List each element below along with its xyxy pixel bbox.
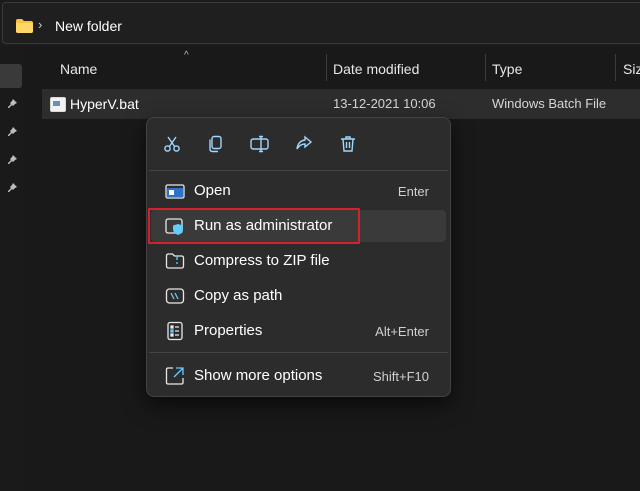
menu-item-compress-zip[interactable]: Compress to ZIP file xyxy=(151,245,446,277)
share-icon[interactable] xyxy=(294,134,314,154)
address-field[interactable]: › New folder xyxy=(2,2,640,44)
copy-icon[interactable] xyxy=(206,134,226,154)
pin-icon[interactable] xyxy=(8,127,18,137)
menu-item-shortcut: Alt+Enter xyxy=(375,324,429,339)
delete-icon[interactable] xyxy=(338,134,358,154)
cut-icon[interactable] xyxy=(162,134,182,154)
menu-item-label: Compress to ZIP file xyxy=(194,252,330,269)
file-name: HyperV.bat xyxy=(70,96,139,112)
menu-item-shortcut: Shift+F10 xyxy=(372,369,429,384)
nav-selected-item[interactable] xyxy=(0,64,22,88)
pin-icon[interactable] xyxy=(8,99,18,109)
menu-item-show-more-options[interactable]: Show more options Shift+F10 xyxy=(151,360,446,392)
column-header-type[interactable]: Type xyxy=(492,61,522,91)
menu-item-open[interactable]: Open Enter xyxy=(151,175,446,207)
address-bar: › New folder xyxy=(0,0,640,47)
folder-icon xyxy=(16,19,33,38)
zip-icon xyxy=(165,251,185,271)
navigation-pane xyxy=(0,48,25,491)
menu-item-label: Copy as path xyxy=(194,287,283,304)
context-menu: Open Enter Run as administrator Compress… xyxy=(146,117,451,397)
column-divider[interactable] xyxy=(485,54,486,81)
breadcrumb-separator: › xyxy=(38,17,43,32)
pin-icon[interactable] xyxy=(8,155,18,165)
highlight-annotation-box xyxy=(148,208,360,244)
column-divider[interactable] xyxy=(615,54,616,81)
batch-file-icon xyxy=(50,97,66,112)
menu-item-label: Show more options xyxy=(194,367,323,384)
file-date-modified: 13-12-2021 10:06 xyxy=(333,96,436,111)
more-options-icon xyxy=(165,366,185,386)
column-header-size[interactable]: Size xyxy=(623,61,640,91)
menu-divider xyxy=(149,352,448,353)
file-row[interactable]: HyperV.bat 13-12-2021 10:06 Windows Batc… xyxy=(42,89,640,119)
pin-icon[interactable] xyxy=(8,183,18,193)
file-type: Windows Batch File xyxy=(492,96,607,111)
menu-item-copy-as-path[interactable]: Copy as path xyxy=(151,280,446,312)
open-icon xyxy=(165,181,185,201)
column-header-name[interactable]: Name xyxy=(60,61,97,91)
breadcrumb-current-folder[interactable]: New folder xyxy=(55,18,122,34)
properties-icon xyxy=(165,321,185,341)
column-header-date-modified[interactable]: Date modified xyxy=(333,61,419,91)
menu-item-label: Open xyxy=(194,182,231,199)
column-divider[interactable] xyxy=(326,54,327,81)
sort-ascending-icon: ^ xyxy=(184,50,189,61)
copy-path-icon xyxy=(165,286,185,306)
menu-item-label: Properties xyxy=(194,322,263,339)
menu-item-shortcut: Enter xyxy=(397,184,429,199)
menu-item-properties[interactable]: Properties Alt+Enter xyxy=(151,315,446,347)
menu-divider xyxy=(149,170,448,171)
rename-icon[interactable] xyxy=(250,134,270,154)
